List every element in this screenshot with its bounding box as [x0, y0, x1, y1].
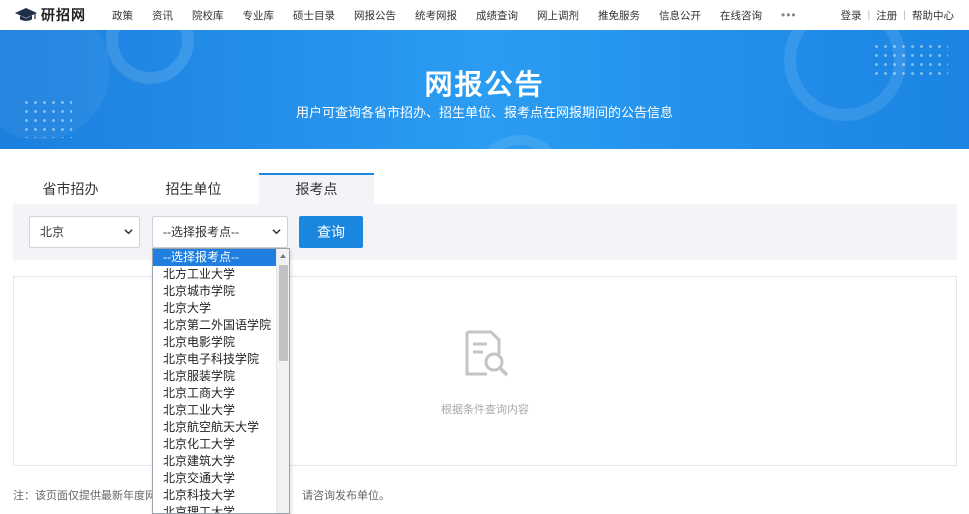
category-tabs: 省市招办 招生单位 报考点	[13, 173, 382, 205]
dropdown-option[interactable]: 北京第二外国语学院	[153, 317, 289, 334]
dropdown-option[interactable]: 北京工商大学	[153, 385, 289, 402]
hero-banner: 网报公告 用户可查询各省市招办、招生单位、报考点在网报期间的公告信息	[0, 30, 969, 149]
page-title: 网报公告	[424, 69, 545, 100]
exam-site-select[interactable]: --选择报考点--	[152, 216, 288, 248]
nav-item-masters-catalog[interactable]: 硕士目录	[293, 8, 335, 23]
dropdown-option[interactable]: --选择报考点--	[153, 249, 289, 266]
nav-item-recommendation[interactable]: 推免服务	[598, 8, 640, 23]
nav-item-online-consult[interactable]: 在线咨询	[720, 8, 762, 23]
tab-admission-units[interactable]: 招生单位	[136, 173, 251, 205]
province-select-value: 北京	[40, 225, 65, 239]
divider: |	[903, 9, 906, 21]
divider: |	[867, 9, 871, 21]
more-icon[interactable]: •••	[781, 8, 797, 22]
dropdown-option[interactable]: 北京建筑大学	[153, 453, 289, 470]
note-text-tail: 请咨询发布单位。	[302, 490, 390, 502]
user-links: 登录 | 注册 | 帮助中心	[841, 0, 954, 30]
graduation-cap-icon	[15, 8, 37, 21]
nav-item-news[interactable]: 资讯	[152, 8, 173, 23]
tab-provincial-offices[interactable]: 省市招办	[13, 173, 128, 205]
site-logo[interactable]: 研招网	[14, 6, 86, 24]
nav-item-online-registration[interactable]: 统考网报	[415, 8, 457, 23]
chevron-down-icon	[272, 229, 281, 235]
note-text: 注：该页面仅提供最新年度网	[13, 490, 156, 502]
main-nav: 政策 资讯 院校库 专业库 硕士目录 网报公告 统考网报 成绩查询 网上调剂 推…	[112, 0, 797, 30]
help-center-link[interactable]: 帮助中心	[912, 8, 954, 23]
nav-item-score-query[interactable]: 成绩查询	[476, 8, 518, 23]
query-button[interactable]: 查询	[299, 216, 363, 248]
dropdown-option[interactable]: 北京电子科技学院	[153, 351, 289, 368]
exam-site-dropdown-list[interactable]: --选择报考点-- 北方工业大学 北京城市学院 北京大学 北京第二外国语学院 北…	[152, 248, 290, 514]
login-link[interactable]: 登录	[841, 8, 862, 23]
exam-site-select-value: --选择报考点--	[163, 225, 239, 239]
page-subtitle: 用户可查询各省市招办、招生单位、报考点在网报期间的公告信息	[295, 105, 673, 120]
scroll-up-arrow-icon[interactable]	[280, 254, 286, 258]
dropdown-option[interactable]: 北京交通大学	[153, 470, 289, 487]
logo-text: 研招网	[41, 8, 86, 24]
dropdown-option[interactable]: 北京化工大学	[153, 436, 289, 453]
register-link[interactable]: 注册	[876, 8, 897, 23]
dropdown-option[interactable]: 北方工业大学	[153, 266, 289, 283]
nav-item-majors[interactable]: 专业库	[243, 8, 275, 23]
dropdown-scrollbar[interactable]	[276, 249, 289, 513]
dropdown-option[interactable]: 北京大学	[153, 300, 289, 317]
dropdown-option[interactable]: 北京航空航天大学	[153, 419, 289, 436]
nav-item-policy[interactable]: 政策	[112, 8, 133, 23]
top-nav: 研招网 政策 资讯 院校库 专业库 硕士目录 网报公告 统考网报 成绩查询 网上…	[0, 0, 969, 30]
dropdown-option[interactable]: 北京工业大学	[153, 402, 289, 419]
province-select[interactable]: 北京	[29, 216, 140, 248]
dropdown-option[interactable]: 北京服装学院	[153, 368, 289, 385]
dropdown-option[interactable]: 北京科技大学	[153, 487, 289, 504]
tab-exam-sites[interactable]: 报考点	[259, 173, 374, 205]
dropdown-option[interactable]: 北京电影学院	[153, 334, 289, 351]
nav-item-schools[interactable]: 院校库	[192, 8, 224, 23]
nav-item-adjustment[interactable]: 网上调剂	[537, 8, 579, 23]
document-search-icon	[465, 330, 509, 377]
scrollbar-thumb[interactable]	[279, 265, 288, 361]
nav-item-announcements[interactable]: 网报公告	[354, 8, 396, 23]
dropdown-option[interactable]: 北京城市学院	[153, 283, 289, 300]
chevron-down-icon	[124, 229, 133, 235]
nav-item-info-disclosure[interactable]: 信息公开	[659, 8, 701, 23]
